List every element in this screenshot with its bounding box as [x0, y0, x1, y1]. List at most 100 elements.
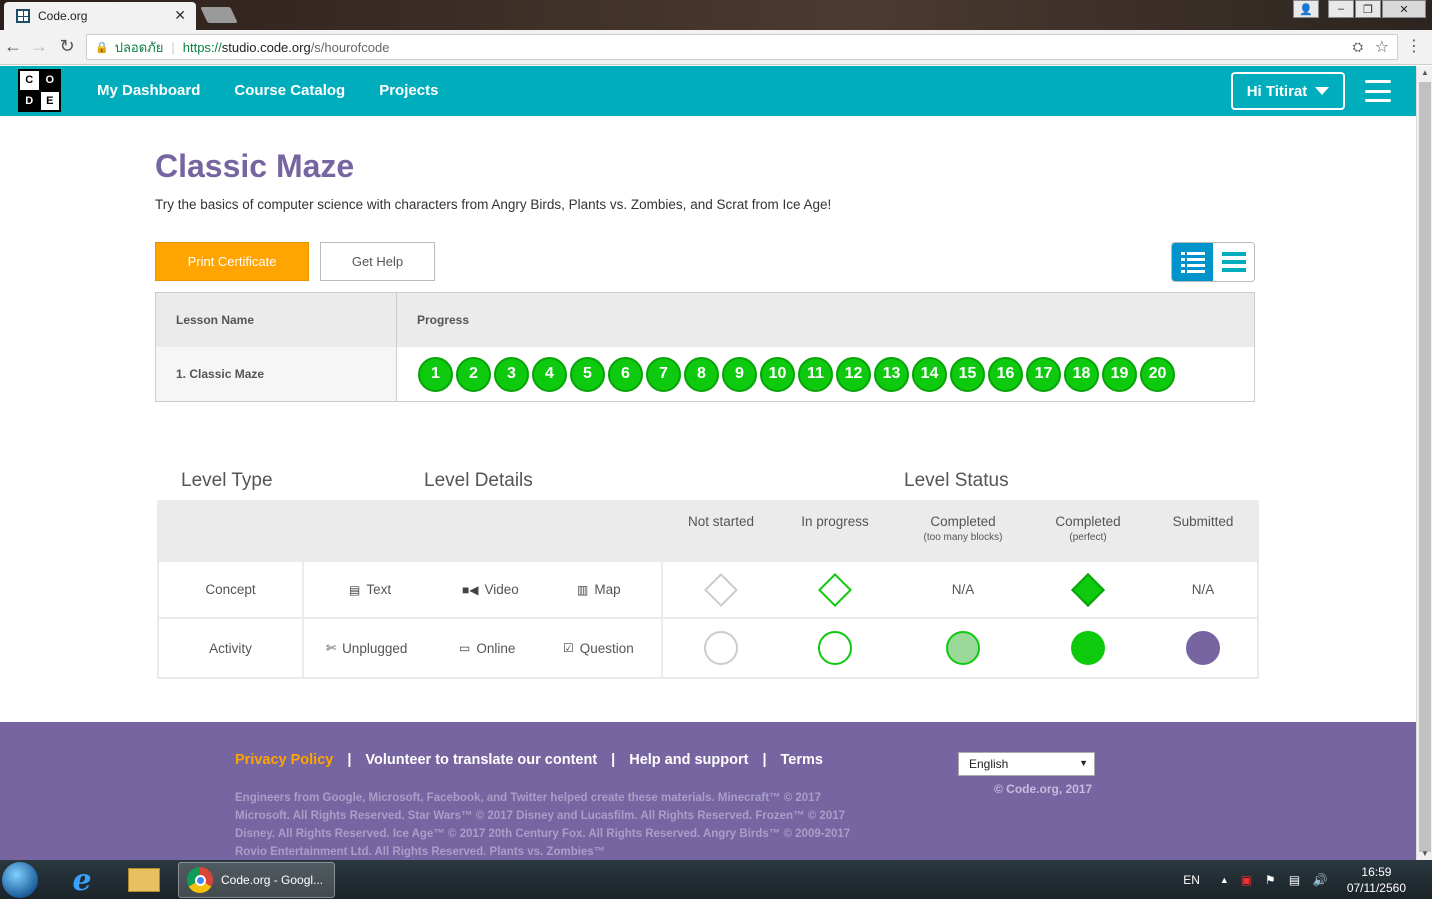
level-bubble[interactable]: 19	[1102, 356, 1137, 392]
document-icon: ▤	[349, 582, 361, 597]
minimize-icon[interactable]: –	[1328, 0, 1354, 18]
codeorg-favicon-icon	[16, 9, 30, 23]
help-support-link[interactable]: Help and support	[629, 752, 748, 768]
logo-letter: O	[40, 71, 59, 90]
close-tab-icon[interactable]: ✕	[174, 7, 186, 24]
bookmark-star-icon[interactable]: ☆	[1375, 37, 1389, 57]
windows-start-icon[interactable]	[2, 862, 38, 898]
page-scrollbar[interactable]: ▲ ▼	[1416, 66, 1432, 860]
diamond-outline-green	[818, 572, 852, 607]
level-bubble[interactable]: 20	[1140, 356, 1175, 392]
language-select[interactable]: English ▼	[958, 752, 1095, 776]
address-bar[interactable]: 🔒 ปลอดภัย | https:// studio.code.org /s/…	[86, 34, 1398, 60]
level-bubble[interactable]: 9	[722, 356, 757, 392]
level-bubble[interactable]: 2	[456, 356, 491, 392]
level-bubble[interactable]: 18	[1064, 356, 1099, 392]
level-bubble[interactable]: 15	[950, 356, 985, 392]
browser-tab[interactable]: Code.org ✕	[4, 2, 196, 30]
internet-explorer-icon[interactable]: e	[58, 863, 106, 898]
forward-arrow-icon[interactable]: →	[28, 36, 50, 57]
url-separator: |	[171, 39, 175, 55]
level-bubble[interactable]: 17	[1026, 356, 1061, 392]
action-center-flag-icon[interactable]: ⚑	[1265, 873, 1281, 887]
file-explorer-icon[interactable]	[120, 863, 168, 897]
detail-video: ■◀ Video	[462, 582, 519, 597]
level-bubble[interactable]: 13	[874, 356, 909, 392]
lesson-name[interactable]: 1. Classic Maze	[156, 347, 397, 401]
level-bubble[interactable]: 10	[760, 356, 795, 392]
level-bubble[interactable]: 3	[494, 356, 529, 392]
detail-view-button[interactable]	[1172, 243, 1213, 281]
level-bubble[interactable]: 5	[570, 356, 605, 392]
level-bubble[interactable]: 1	[418, 356, 453, 392]
course-description: Try the basics of computer science with …	[155, 197, 832, 212]
table-header: Lesson Name Progress	[156, 293, 1254, 347]
input-language[interactable]: EN	[1183, 873, 1200, 887]
legal-text: Engineers from Google, Microsoft, Facebo…	[235, 792, 851, 858]
footer-separator: |	[611, 752, 616, 768]
system-clock[interactable]: 16:59 07/11/2560	[1347, 864, 1406, 896]
concept-in-progress	[795, 562, 875, 617]
level-bubble[interactable]: 7	[646, 356, 681, 392]
activity-submitted	[1163, 619, 1243, 677]
detail-text: ▤ Text	[349, 582, 392, 597]
status-completed-perfect: Completed (perfect)	[1055, 514, 1121, 543]
terms-link[interactable]: Terms	[781, 752, 823, 768]
list-detail-icon	[1180, 252, 1205, 273]
main-content: Classic Maze Try the basics of computer …	[0, 116, 1416, 722]
app-tray-icon[interactable]: ▣	[1241, 873, 1257, 887]
column-header-lesson-name: Lesson Name	[156, 293, 397, 347]
scroll-down-icon[interactable]: ▼	[1417, 849, 1432, 858]
back-arrow-icon[interactable]: ←	[2, 36, 24, 57]
level-bubble[interactable]: 16	[988, 356, 1023, 392]
restore-icon[interactable]: ❐	[1355, 0, 1381, 18]
volume-icon[interactable]: 🔊	[1313, 873, 1329, 887]
map-icon: ▥	[577, 582, 589, 597]
browser-menu-icon[interactable]: ⋮	[1406, 36, 1422, 56]
scroll-up-icon[interactable]: ▲	[1417, 68, 1432, 77]
level-type-label: Activity	[209, 640, 252, 656]
status-submitted: Submitted	[1172, 514, 1234, 529]
nav-course-catalog[interactable]: Course Catalog	[234, 82, 345, 99]
diamond-outline-gray	[704, 572, 738, 607]
codeorg-logo[interactable]: C O D E	[18, 69, 61, 112]
network-icon[interactable]: ▤	[1289, 873, 1305, 887]
windows-taskbar: e Code.org - Googl... EN ▲ ▣ ⚑ ▤ 🔊 16:59…	[0, 860, 1432, 899]
tab-title: Code.org	[38, 9, 88, 23]
column-header-progress: Progress	[417, 313, 470, 327]
reload-icon[interactable]: ↻	[56, 36, 78, 57]
lesson-progress-table: Lesson Name Progress 1. Classic Maze 123…	[155, 292, 1255, 402]
level-bubble[interactable]: 8	[684, 356, 719, 392]
level-legend-table: Not started In progress Completed (too ma…	[157, 500, 1259, 679]
legend-title-level-details: Level Details	[424, 470, 533, 491]
taskbar-chrome-button[interactable]: Code.org - Googl...	[178, 862, 335, 898]
close-window-icon[interactable]: ✕	[1382, 0, 1426, 18]
level-bubble[interactable]: 11	[798, 356, 833, 392]
list-summary-icon	[1221, 252, 1246, 272]
scrollbar-thumb[interactable]	[1419, 82, 1431, 852]
level-bubble[interactable]: 12	[836, 356, 871, 392]
user-menu-button[interactable]: Hi Titirat	[1231, 72, 1345, 110]
hamburger-menu-icon[interactable]	[1365, 80, 1391, 102]
get-help-button[interactable]: Get Help	[320, 242, 435, 281]
site-footer: Privacy Policy | Volunteer to translate …	[0, 722, 1416, 860]
level-bubble[interactable]: 14	[912, 356, 947, 392]
activity-in-progress	[795, 619, 875, 677]
detail-online: ▭ Online	[459, 640, 516, 656]
table-row: 1. Classic Maze 1 2 3 4 5 6 7 8 9 10 11 12 13 14 15 16 1…	[156, 347, 1254, 401]
window-controls: 👤 – ❐ ✕	[1292, 0, 1426, 18]
translate-content-link[interactable]: Volunteer to translate our content	[365, 752, 597, 768]
print-certificate-button[interactable]: Print Certificate	[155, 242, 309, 281]
nav-projects[interactable]: Projects	[379, 82, 438, 99]
translate-icon[interactable]: ⛭	[1353, 39, 1363, 55]
level-bubble[interactable]: 4	[532, 356, 567, 392]
profile-icon[interactable]: 👤	[1293, 0, 1319, 18]
logo-letter: C	[20, 71, 39, 90]
new-tab-button[interactable]	[200, 7, 238, 23]
summary-view-button[interactable]	[1213, 243, 1254, 281]
nav-my-dashboard[interactable]: My Dashboard	[97, 82, 200, 99]
checkbox-icon: ☑	[563, 641, 574, 655]
privacy-policy-link[interactable]: Privacy Policy	[235, 752, 333, 768]
show-hidden-icons-icon[interactable]: ▲	[1220, 875, 1229, 885]
level-bubble[interactable]: 6	[608, 356, 643, 392]
